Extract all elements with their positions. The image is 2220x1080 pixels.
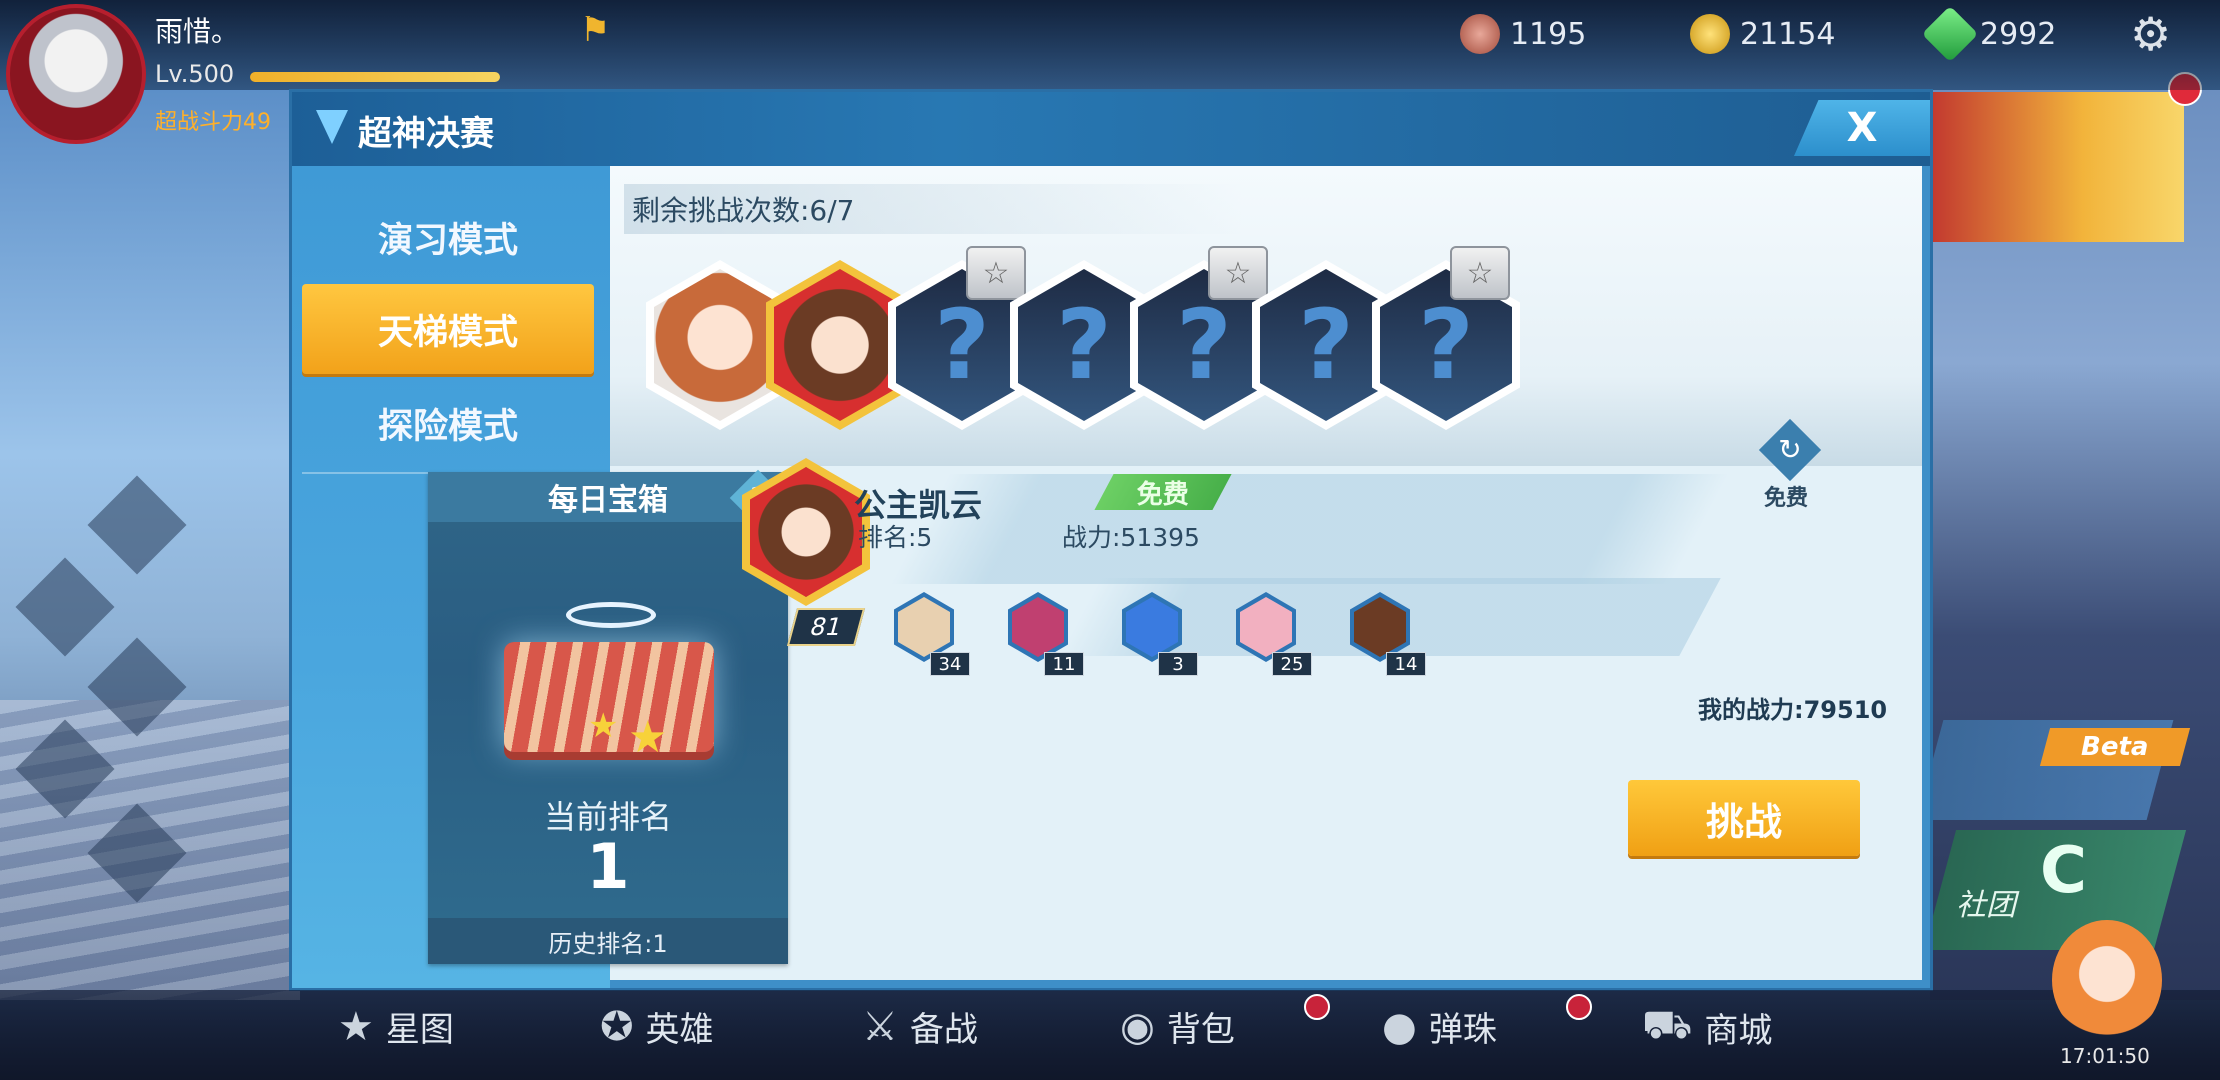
team-hero-level: 34 (930, 652, 970, 676)
team-hero-level: 11 (1044, 652, 1084, 676)
free-tag: 免费 (1094, 474, 1232, 510)
player-name: 雨惜。 (155, 15, 240, 48)
resource-value: 21154 (1740, 16, 1836, 52)
nav-shop[interactable]: ⛟ 商城 (1642, 1002, 1772, 1053)
star-icon: ★ (588, 706, 619, 746)
my-power: 我的战力:79510 (1698, 696, 1888, 724)
resource-shell[interactable]: 1195 (1460, 14, 1586, 54)
opponent-level: 81 (786, 608, 866, 646)
remaining-challenges: 剩余挑战次数:6/7 (624, 184, 1244, 234)
hero-portrait (774, 269, 906, 421)
finals-dialog: 超神决赛 X 演习模式 天梯模式 探险模式 剩余挑战次数:6/7 ? ☆ ? ? (292, 92, 1930, 988)
dialog-titlebar (292, 92, 1930, 166)
club-label: 社团 (1956, 888, 2016, 923)
star-icon: ★ (628, 712, 668, 763)
refresh-free-label: 免费 (1764, 486, 1809, 511)
chest-lock-icon: ☆ (1450, 246, 1510, 300)
level-progress-bar (250, 72, 500, 82)
nav-star-map[interactable]: ★ 星图 (338, 1002, 454, 1051)
dialog-title: 超神决赛 (358, 114, 494, 154)
opponent-power: 战力:51395 (1062, 523, 1200, 552)
club-glyph: C (2040, 834, 2087, 908)
hero-star-icon: ✪ (600, 1003, 634, 1050)
gear-icon[interactable]: ⚙ (2130, 10, 2178, 58)
star-icon: ★ (338, 1003, 374, 1050)
chest-lock-icon: ☆ (1208, 246, 1268, 300)
resource-gold[interactable]: 21154 (1690, 14, 1835, 54)
chest-lock-icon: ☆ (966, 246, 1026, 300)
nav-prepare[interactable]: ⚔ 备战 (862, 1002, 978, 1051)
cart-icon: ⛟ (1642, 1002, 1693, 1048)
backpack-icon: ◉ (1120, 1003, 1155, 1050)
current-rank-value: 1 (586, 830, 630, 903)
clock-time: 17:01:50 (2060, 1044, 2150, 1068)
title-triangle-icon (316, 110, 348, 144)
halo-icon (566, 602, 656, 628)
mode-tab-drill[interactable]: 演习模式 (302, 192, 594, 282)
nav-backpack[interactable]: ◉ 背包 (1120, 1002, 1235, 1051)
shell-icon (1460, 14, 1500, 54)
opponent-band (890, 474, 1730, 584)
flag-icon[interactable]: ⚑ (580, 10, 610, 50)
player-avatar[interactable] (6, 4, 146, 144)
daily-chest-panel: 每日宝箱 ? ★ ★ 当前排名 1 历史排名:1 (428, 469, 788, 964)
ladder-content: 剩余挑战次数:6/7 ? ☆ ? ? ☆ ? ? ☆ 每日宝箱 ★ ★ 当前排名… (428, 166, 1922, 980)
refresh-icon[interactable]: ↻ (1758, 418, 1822, 482)
assistant-character[interactable] (2052, 920, 2162, 1040)
resource-value: 1195 (1510, 16, 1587, 52)
mode-tab-adventure[interactable]: 探险模式 (302, 378, 594, 468)
resource-gem[interactable]: 2992 (1921, 5, 2057, 63)
mode-tab-ladder[interactable]: 天梯模式 (302, 284, 594, 374)
team-hero-level: 14 (1386, 652, 1426, 676)
player-power-label: 超战斗力49 (155, 110, 271, 135)
team-hero-level: 3 (1158, 652, 1198, 676)
gold-coin-icon (1690, 14, 1730, 54)
green-gem-icon (1921, 5, 1979, 63)
challenge-slots-strip: 剩余挑战次数:6/7 ? ☆ ? ? ☆ ? ? ☆ (610, 166, 1922, 466)
nav-marbles[interactable]: ● 弹珠 (1382, 1002, 1497, 1051)
marbles-icon: ● (1382, 1003, 1417, 1050)
nav-heroes[interactable]: ✪ 英雄 (600, 1002, 714, 1051)
opponent-rank: 排名:5 (858, 523, 933, 552)
event-banner[interactable] (1932, 92, 2184, 242)
opponent-portrait (750, 467, 862, 597)
marbles-badge (1566, 994, 1592, 1020)
crossed-swords-icon: ⚔ (862, 1003, 898, 1050)
team-hero-level: 25 (1272, 652, 1312, 676)
player-level: Lv.500 (155, 60, 235, 88)
backpack-badge (1304, 994, 1330, 1020)
resource-value: 2992 (1980, 16, 2057, 52)
beta-badge: Beta (2039, 728, 2191, 766)
history-rank: 历史排名:1 (428, 918, 788, 964)
bottom-nav-bar (0, 990, 2220, 1080)
challenge-button[interactable]: 挑战 (1628, 780, 1860, 856)
